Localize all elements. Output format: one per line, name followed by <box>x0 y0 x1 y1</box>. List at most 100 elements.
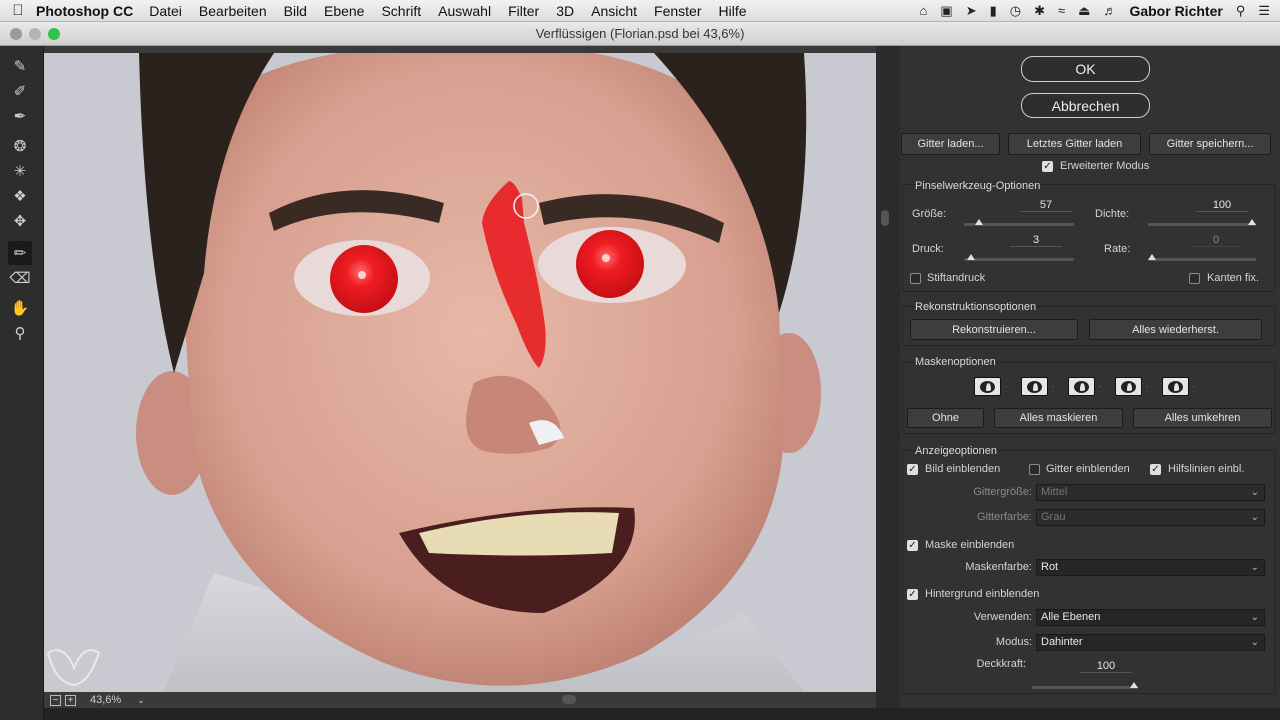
horizontal-scroll-thumb[interactable] <box>562 695 576 704</box>
zoom-chevron-down-icon[interactable]: ⌄ <box>137 695 145 706</box>
menu-datei[interactable]: Datei <box>149 3 182 19</box>
minimize-window-button[interactable] <box>29 28 41 40</box>
load-last-mesh-button[interactable]: Letztes Gitter laden <box>1008 133 1141 155</box>
menu-3d[interactable]: 3D <box>556 3 574 19</box>
rate-slider-knob[interactable] <box>1148 254 1156 260</box>
show-image-checkbox[interactable]: ✓ <box>907 464 918 475</box>
smooth-tool[interactable]: ✒ <box>8 104 32 128</box>
menu-auswahl[interactable]: Auswahl <box>438 3 491 19</box>
pucker-tool[interactable]: ✳ <box>8 159 32 183</box>
vertical-scroll-thumb[interactable] <box>881 210 889 226</box>
rate-slider[interactable] <box>1148 254 1256 261</box>
mask-add-chevron-icon[interactable]: ˙ <box>1052 385 1055 395</box>
advanced-mode-checkbox[interactable]: ✓ <box>1042 161 1053 172</box>
eject-icon[interactable]: ⏏ <box>1078 3 1090 19</box>
mask-add-button[interactable] <box>1021 377 1048 396</box>
mesh-size-select[interactable]: Mittel ⌄ <box>1036 484 1265 501</box>
brush-options-title: Pinselwerkzeug-Optionen <box>915 180 1041 192</box>
menu-bearbeiten[interactable]: Bearbeiten <box>199 3 267 19</box>
freeze-mask-tool[interactable]: ✏ <box>8 241 32 265</box>
mask-subtract-chevron-icon[interactable]: ˙ <box>1099 385 1102 395</box>
menu-fenster[interactable]: Fenster <box>654 3 701 19</box>
mask-subtract-button[interactable] <box>1068 377 1095 396</box>
apple-icon[interactable]:  <box>0 2 36 19</box>
bluetooth-icon[interactable]: ✱ <box>1034 3 1045 19</box>
reconstruct-tool[interactable]: ✐ <box>8 79 32 103</box>
mask-replace-button[interactable] <box>974 377 1001 396</box>
notification-list-icon[interactable]: ☰ <box>1258 3 1270 19</box>
hand-tool[interactable]: ✋ <box>8 296 32 320</box>
reconstruct-button[interactable]: Rekonstruieren... <box>910 319 1078 340</box>
bloat-tool[interactable]: ❖ <box>8 184 32 208</box>
size-slider-knob[interactable] <box>975 219 984 225</box>
display-icon[interactable]: ▣ <box>940 3 952 19</box>
mode-chevron-down-icon: ⌄ <box>1250 637 1259 648</box>
zoom-level[interactable]: 43,6% <box>90 694 121 706</box>
zoom-out-button[interactable]: − <box>50 694 61 706</box>
cancel-button[interactable]: Abbrechen <box>1021 93 1150 118</box>
density-slider[interactable] <box>1148 219 1256 226</box>
window-title-bar: Verflüssigen (Florian.psd bei 43,6%) <box>0 22 1280 46</box>
pressure-slider[interactable] <box>964 254 1074 261</box>
mesh-color-select[interactable]: Grau ⌄ <box>1036 509 1265 526</box>
home-icon[interactable]: ⌂ <box>920 3 928 18</box>
mask-intersect-chevron-icon[interactable]: ˙ <box>1146 385 1149 395</box>
size-slider[interactable] <box>964 219 1074 226</box>
mask-intersect-button[interactable] <box>1115 377 1142 396</box>
twirl-tool[interactable]: ❂ <box>8 134 32 158</box>
volume-icon[interactable]: ♬ <box>1103 3 1116 18</box>
zoom-tool[interactable]: ⚲ <box>8 321 32 345</box>
mode-select[interactable]: Dahinter ⌄ <box>1036 634 1265 651</box>
liquify-canvas[interactable] <box>44 53 876 692</box>
use-select[interactable]: Alle Ebenen ⌄ <box>1036 609 1265 626</box>
show-mask-checkbox[interactable]: ✓ <box>907 540 918 551</box>
pin-edges-checkbox[interactable] <box>1189 273 1200 284</box>
opacity-slider-knob[interactable] <box>1130 682 1138 688</box>
opacity-slider[interactable] <box>1032 682 1138 689</box>
user-name[interactable]: Gabor Richter <box>1129 3 1222 19</box>
show-backdrop-checkbox[interactable]: ✓ <box>907 589 918 600</box>
arrow-icon[interactable]: ➤ <box>966 3 977 19</box>
pucker-icon: ✳ <box>13 163 27 180</box>
vertical-scrollbar[interactable] <box>876 46 900 708</box>
mask-invert-chevron-icon[interactable]: ˙ <box>1193 385 1196 395</box>
forward-warp-tool[interactable]: ✎ <box>8 54 32 78</box>
density-slider-knob[interactable] <box>1248 219 1256 225</box>
mask-none-button[interactable]: Ohne <box>907 408 984 428</box>
battery-icon[interactable]: ▮ <box>990 3 997 19</box>
rate-value[interactable]: 0 <box>1190 234 1242 247</box>
density-value[interactable]: 100 <box>1196 199 1248 212</box>
mask-replace-chevron-icon[interactable]: ˙ <box>1005 385 1008 395</box>
invert-all-button[interactable]: Alles umkehren <box>1133 408 1272 428</box>
mask-invert-button[interactable] <box>1162 377 1189 396</box>
freeze-mask-icon: ✏ <box>13 245 27 262</box>
menu-ebene[interactable]: Ebene <box>324 3 364 19</box>
menu-schrift[interactable]: Schrift <box>381 3 421 19</box>
zoom-in-button[interactable]: + <box>65 694 76 706</box>
stylus-pressure-checkbox[interactable] <box>910 273 921 284</box>
mask-all-button[interactable]: Alles maskieren <box>994 408 1123 428</box>
time-machine-icon[interactable]: ◷ <box>1010 3 1021 19</box>
show-guides-checkbox[interactable]: ✓ <box>1150 464 1161 475</box>
size-value[interactable]: 57 <box>1020 199 1072 212</box>
push-left-tool[interactable]: ✥ <box>8 209 32 233</box>
pressure-value[interactable]: 3 <box>1010 234 1062 247</box>
spotlight-search-icon[interactable]: ⚲ <box>1236 3 1246 19</box>
opacity-value[interactable]: 100 <box>1080 660 1132 673</box>
menu-app-name[interactable]: Photoshop CC <box>36 3 133 19</box>
mask-color-select[interactable]: Rot ⌄ <box>1036 559 1265 576</box>
zoom-window-button[interactable] <box>48 28 60 40</box>
save-mesh-button[interactable]: Gitter speichern... <box>1149 133 1271 155</box>
menu-hilfe[interactable]: Hilfe <box>719 3 747 19</box>
restore-all-button[interactable]: Alles wiederherst. <box>1089 319 1262 340</box>
menu-bild[interactable]: Bild <box>284 3 307 19</box>
pressure-slider-knob[interactable] <box>967 254 976 260</box>
wifi-icon[interactable]: ≈ <box>1058 3 1065 18</box>
menu-filter[interactable]: Filter <box>508 3 539 19</box>
close-window-button[interactable] <box>10 28 22 40</box>
load-mesh-button[interactable]: Gitter laden... <box>901 133 1000 155</box>
ok-button[interactable]: OK <box>1021 56 1150 82</box>
show-mesh-checkbox[interactable] <box>1029 464 1040 475</box>
thaw-mask-tool[interactable]: ⌫ <box>8 266 32 290</box>
menu-ansicht[interactable]: Ansicht <box>591 3 637 19</box>
